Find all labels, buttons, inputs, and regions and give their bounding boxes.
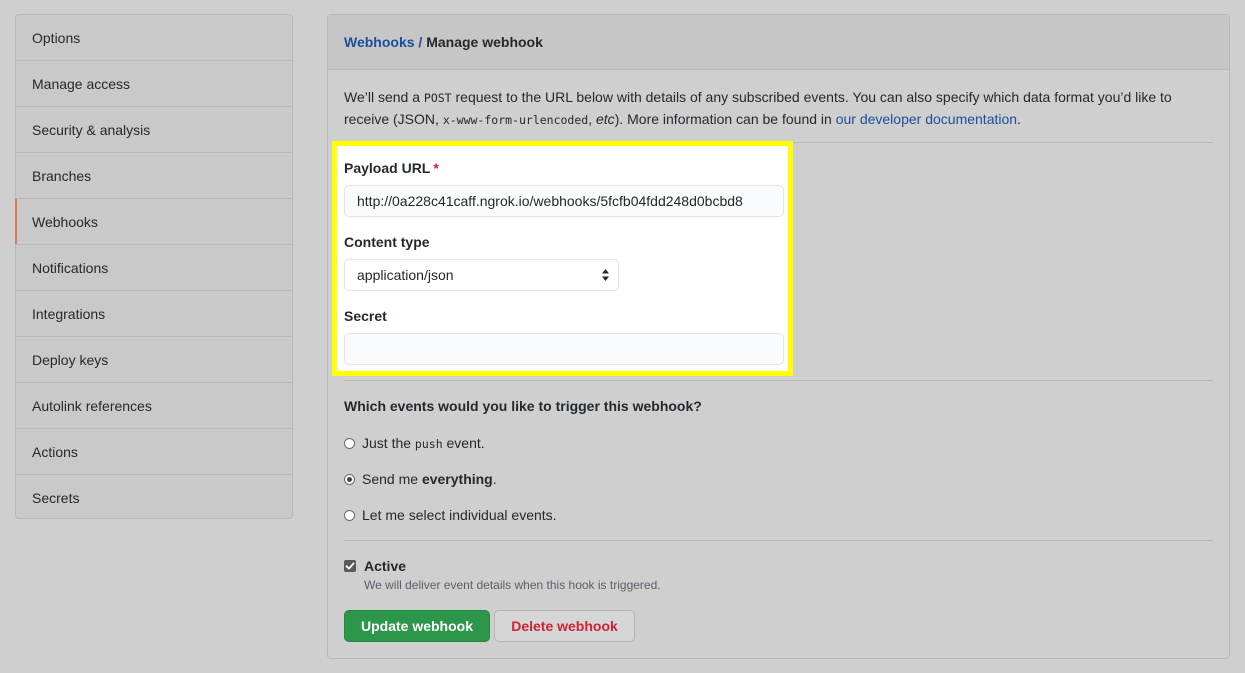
delete-webhook-button[interactable]: Delete webhook [494, 610, 635, 642]
breadcrumb: Webhooks / Manage webhook [328, 15, 1229, 70]
settings-sidebar: Options Manage access Security & analysi… [15, 14, 293, 519]
sidebar-item-branches[interactable]: Branches [16, 153, 292, 199]
radio-option-text: Send me [362, 471, 422, 487]
active-note: We will deliver event details when this … [364, 578, 661, 592]
radio-button[interactable] [344, 510, 355, 521]
payload-url-label: Payload URL * [344, 160, 439, 176]
radio-option-text: event. [442, 435, 485, 451]
sidebar-item-label: Deploy keys [32, 352, 109, 368]
radio-button-selected[interactable] [344, 474, 355, 485]
intro-text-part: . [1017, 111, 1021, 127]
intro-text-part: We’ll send a [344, 89, 424, 105]
sidebar-item-label: Branches [32, 168, 92, 184]
intro-etc: etc [596, 111, 615, 127]
sidebar-item-secrets[interactable]: Secrets [16, 475, 292, 521]
radio-option-individual[interactable]: Let me select individual events. [344, 506, 557, 524]
sidebar-item-integrations[interactable]: Integrations [16, 291, 292, 337]
sidebar-item-label: Webhooks [32, 214, 98, 230]
sidebar-item-security-analysis[interactable]: Security & analysis [16, 107, 292, 153]
intro-text-part: ). More information can be found in [614, 111, 836, 127]
radio-option-text: . [492, 471, 497, 487]
update-webhook-button[interactable]: Update webhook [344, 610, 490, 642]
checkmark-icon [345, 562, 355, 570]
sidebar-item-label: Options [32, 30, 81, 46]
payload-url-label-text: Payload URL [344, 160, 431, 176]
content-type-select[interactable]: application/json [344, 259, 619, 291]
intro-text-part: , [588, 111, 596, 127]
radio-button[interactable] [344, 438, 355, 449]
sidebar-item-webhooks[interactable]: Webhooks [15, 199, 292, 245]
sidebar-item-manage-access[interactable]: Manage access [16, 61, 292, 107]
active-label: Active [364, 558, 407, 574]
content-type-label: Content type [344, 234, 430, 250]
sidebar-item-options[interactable]: Options [16, 15, 292, 61]
sidebar-item-autolink-references[interactable]: Autolink references [16, 383, 292, 429]
radio-option-push[interactable]: Just the push event. [344, 434, 485, 452]
developer-docs-link[interactable]: our developer documentation [836, 111, 1017, 127]
select-arrows-icon [602, 269, 609, 281]
page-title: Manage webhook [426, 34, 543, 50]
sidebar-item-label: Notifications [32, 260, 109, 276]
sidebar-item-label: Security & analysis [32, 122, 151, 138]
payload-url-input[interactable]: http://0a228c41caff.ngrok.io/webhooks/5f… [344, 185, 784, 217]
active-checkbox[interactable] [344, 560, 356, 572]
sidebar-item-deploy-keys[interactable]: Deploy keys [16, 337, 292, 383]
sidebar-item-label: Integrations [32, 306, 106, 322]
radio-option-text: Just the [362, 435, 415, 451]
sidebar-item-label: Autolink references [32, 398, 152, 414]
sidebar-item-actions[interactable]: Actions [16, 429, 292, 475]
sidebar-item-notifications[interactable]: Notifications [16, 245, 292, 291]
secret-input[interactable] [344, 333, 784, 365]
intro-code-post: POST [423, 91, 452, 105]
radio-option-text: Let me select individual events. [362, 507, 557, 523]
sidebar-item-label: Secrets [32, 490, 80, 506]
breadcrumb-webhooks-link[interactable]: Webhooks [344, 34, 415, 50]
intro-code-form-urlencoded: x-www-form-urlencoded [442, 113, 589, 127]
radio-option-bold: everything [421, 471, 493, 487]
content-type-value: application/json [357, 267, 454, 283]
secret-label: Secret [344, 308, 387, 324]
sidebar-item-label: Actions [32, 444, 78, 460]
required-asterisk: * [433, 160, 439, 176]
breadcrumb-separator: / [418, 34, 423, 50]
divider [344, 540, 1213, 541]
radio-option-everything[interactable]: Send me everything. [344, 470, 497, 488]
radio-option-code: push [414, 437, 443, 451]
sidebar-item-label: Manage access [32, 76, 131, 92]
divider [344, 380, 1213, 381]
events-question: Which events would you like to trigger t… [344, 398, 702, 414]
intro-text: We’ll send a POST request to the URL bel… [344, 87, 1214, 131]
